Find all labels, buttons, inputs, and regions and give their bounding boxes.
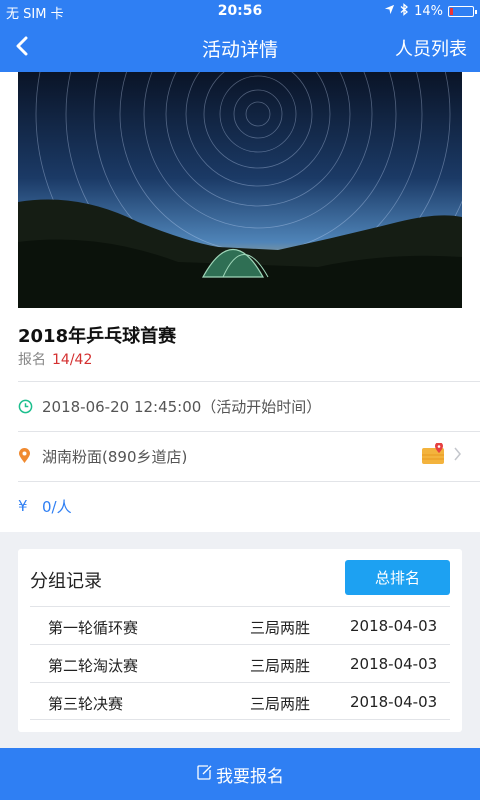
event-price-row: ¥ 0/人 [18,482,462,530]
round-format: 三局两胜 [250,657,311,675]
battery-icon [448,6,477,17]
round-date: 2018-04-03 [350,655,438,673]
status-right: 14% [384,3,477,20]
group-row[interactable]: 第三轮决赛 三局两胜 2018-04-03 [30,682,450,720]
event-location-row[interactable]: 湖南粉面(890乡道店) [18,432,462,480]
event-datetime: 2018-06-20 12:45:00（活动开始时间） [42,397,322,416]
event-time-row: 2018-06-20 12:45:00（活动开始时间） [18,382,462,430]
signup-status: 报名 14/42 [18,349,92,369]
signup-button[interactable]: 我要报名 [0,748,480,800]
clock-icon [18,399,38,414]
round-format: 三局两胜 [250,695,311,713]
nav-bar: 活动详情 人员列表 [0,22,480,72]
event-location: 湖南粉面(890乡道店) [42,447,188,466]
battery-percent: 14% [414,4,443,19]
round-name: 第二轮淘汰赛 [48,657,139,675]
event-cover-image [18,72,462,308]
overall-ranking-button[interactable]: 总排名 [345,560,450,595]
content: 2018年乒乓球首赛 报名 14/42 2018-06-20 12:45:00（活… [0,72,480,748]
group-row[interactable]: 第一轮循环赛 三局两胜 2018-04-03 [30,606,450,644]
round-name: 第一轮循环赛 [48,619,139,637]
group-records-card: 分组记录 总排名 第一轮循环赛 三局两胜 2018-04-03 第二轮淘汰赛 三… [18,549,462,732]
round-date: 2018-04-03 [350,693,438,711]
map-icon[interactable] [421,442,445,469]
location-pin-icon [18,448,38,464]
event-title: 2018年乒乓球首赛 [18,326,177,347]
edit-icon [196,764,212,785]
status-bar: 无 SIM 卡 20:56 14% [0,0,480,22]
round-date: 2018-04-03 [350,617,438,635]
location-arrow-icon [384,4,395,19]
chevron-right-icon [453,447,462,465]
bluetooth-icon [400,3,409,20]
signup-count: 14/42 [52,352,93,368]
signup-label: 报名 [18,352,46,368]
event-price: 0/人 [42,497,72,516]
yuan-icon: ¥ [18,497,28,515]
member-list-button[interactable]: 人员列表 [395,35,467,61]
round-format: 三局两胜 [250,619,311,637]
signup-button-label: 我要报名 [216,766,284,787]
round-name: 第三轮决赛 [48,695,124,713]
group-row[interactable]: 第二轮淘汰赛 三局两胜 2018-04-03 [30,644,450,682]
group-records-title: 分组记录 [30,571,102,592]
